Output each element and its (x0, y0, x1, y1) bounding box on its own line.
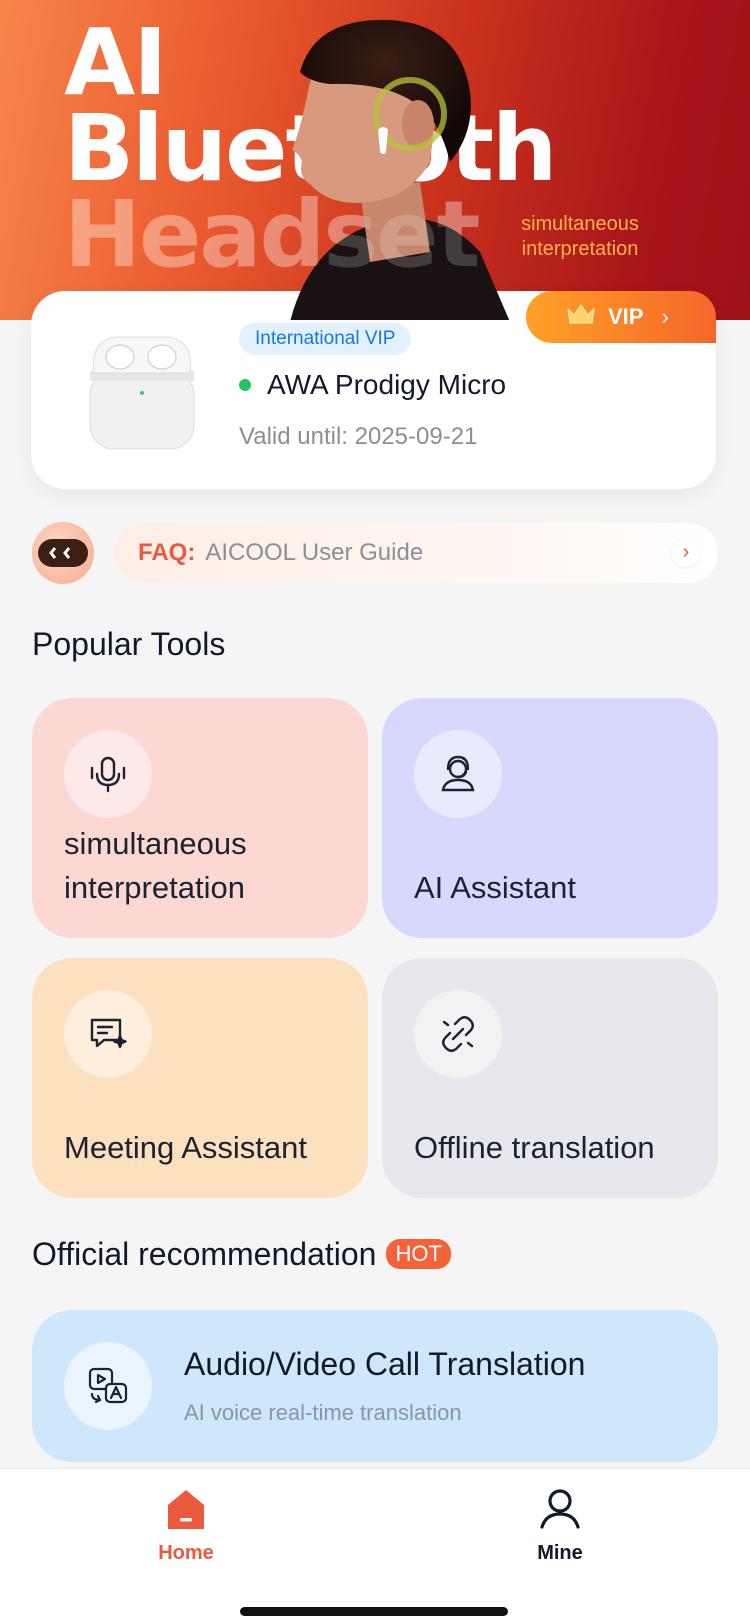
crown-icon (566, 303, 596, 331)
call-translation-subtitle: AI voice real-time translation (184, 1400, 462, 1425)
call-translation-title: Audio/Video Call Translation (184, 1346, 586, 1382)
hot-badge: HOT (386, 1239, 451, 1269)
tab-mine[interactable]: Mine (500, 1487, 620, 1565)
hero-banner[interactable]: AI Bluetooth Headset AI Headset simultan… (0, 0, 750, 320)
link-broken-icon (414, 990, 502, 1078)
user-profile-icon (540, 1489, 580, 1529)
recommendation-title-row: Official recommendation HOT (32, 1236, 451, 1273)
microphone-icon (64, 730, 152, 818)
connection-status-dot (239, 379, 251, 391)
tab-home-label: Home (158, 1542, 214, 1564)
device-name-row: AWA Prodigy Micro (239, 369, 506, 401)
chevron-right-icon: › (661, 304, 669, 329)
vip-button[interactable]: VIP › (526, 291, 716, 343)
hero-subtitle: simultaneous interpretation (480, 212, 680, 262)
assistant-headset-icon (414, 730, 502, 818)
vip-valid-until: Valid until: 2025-09-21 (239, 423, 478, 450)
tab-mine-label: Mine (537, 1542, 583, 1564)
tool-label: simultaneous interpretation (64, 826, 247, 905)
call-translation-card[interactable]: Audio/Video Call Translation AI voice re… (32, 1310, 718, 1462)
faq-row[interactable]: FAQ: AICOOL User Guide › (32, 520, 718, 586)
device-name: AWA Prodigy Micro (267, 369, 507, 400)
recommendation-title: Official recommendation (32, 1236, 377, 1272)
device-card[interactable]: VIP › International VIP AWA Prodigy Micr… (31, 291, 716, 489)
tool-label: Meeting Assistant (64, 1130, 307, 1165)
international-vip-badge: International VIP (239, 323, 412, 355)
faq-label: FAQ: (138, 539, 196, 566)
tool-meeting-assistant[interactable]: Meeting Assistant (32, 958, 368, 1198)
popular-tools-title: Popular Tools (32, 626, 226, 662)
tool-simultaneous-interpretation[interactable]: simultaneous interpretation (32, 698, 368, 938)
faq-text: AICOOL User Guide (205, 539, 424, 566)
hero-person-image (290, 19, 510, 320)
hero-subtitle-line-1: simultaneous (521, 213, 639, 235)
chat-sparkle-icon (64, 990, 152, 1078)
tool-ai-assistant[interactable]: AI Assistant (382, 698, 718, 938)
home-icon (168, 1490, 204, 1529)
hero-subtitle-line-2: interpretation (521, 238, 639, 260)
robot-avatar-icon (32, 522, 94, 584)
vip-label: VIP (608, 304, 644, 329)
chevron-right-icon: › (672, 539, 700, 567)
faq-guide-link[interactable]: FAQ: AICOOL User Guide › (114, 523, 718, 583)
earbuds-case-image (89, 336, 195, 450)
home-indicator[interactable] (240, 1607, 508, 1616)
tab-home[interactable]: Home (126, 1487, 246, 1565)
tool-label: Offline translation (414, 1130, 655, 1165)
tool-label: AI Assistant (414, 870, 576, 905)
video-translate-icon (64, 1342, 152, 1430)
bottom-tab-bar: Home Mine (0, 1468, 750, 1624)
tool-offline-translation[interactable]: Offline translation (382, 958, 718, 1198)
